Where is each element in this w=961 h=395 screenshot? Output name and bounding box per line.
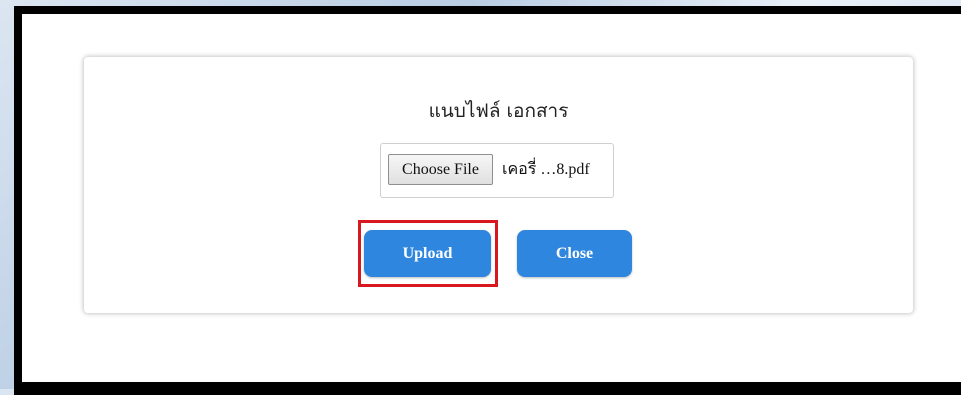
choose-file-button[interactable]: Choose File (388, 154, 493, 185)
selected-file-name: เคอรี่ …8.pdf (502, 161, 590, 178)
upload-button[interactable]: Upload (364, 230, 491, 277)
attach-file-dialog: แนบไฟล์ เอกสาร Choose File เคอรี่ …8.pdf… (84, 57, 913, 313)
file-input[interactable]: Choose File เคอรี่ …8.pdf (380, 143, 614, 198)
dialog-title: แนบไฟล์ เอกสาร (428, 100, 569, 122)
close-button[interactable]: Close (517, 230, 632, 277)
